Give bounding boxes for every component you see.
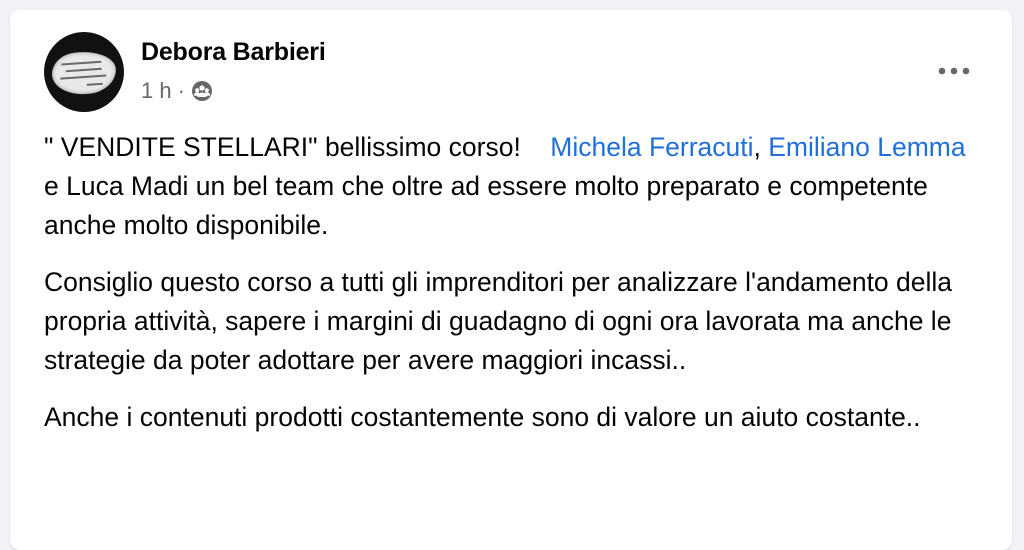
post-body: " VENDITE STELLARI" bellissimo corso! Mi…	[44, 128, 974, 455]
avatar-picture	[50, 49, 118, 97]
post-paragraph-2: Consiglio questo corso a tutti gli impre…	[44, 267, 953, 375]
mention-separator: ,	[753, 132, 761, 162]
post-paragraph-3: Anche i contenuti prodotti costantemente…	[44, 402, 921, 432]
post-meta: 1 h ·	[141, 78, 213, 104]
post-card: Debora Barbieri 1 h · " VENDITE STELLARI…	[10, 10, 1012, 550]
post-time[interactable]: 1 h	[141, 78, 172, 104]
avatar[interactable]	[44, 32, 124, 112]
meta-separator: ·	[177, 78, 185, 103]
friends-icon[interactable]	[191, 80, 213, 102]
more-options-button[interactable]	[934, 56, 974, 86]
mention-michela-ferracuti[interactable]: Michela Ferracuti	[550, 132, 753, 162]
more-options-icon	[938, 67, 970, 75]
post-text-team: e Luca Madi un bel team che oltre ad ess…	[44, 171, 928, 240]
post-header: Debora Barbieri 1 h ·	[10, 10, 1012, 120]
mention-emiliano-lemma[interactable]: Emiliano Lemma	[768, 132, 965, 162]
author-name[interactable]: Debora Barbieri	[141, 38, 326, 67]
post-paragraph-1: " VENDITE STELLARI" bellissimo corso! Mi…	[44, 128, 974, 245]
post-text-intro: " VENDITE STELLARI" bellissimo corso!	[44, 132, 521, 162]
